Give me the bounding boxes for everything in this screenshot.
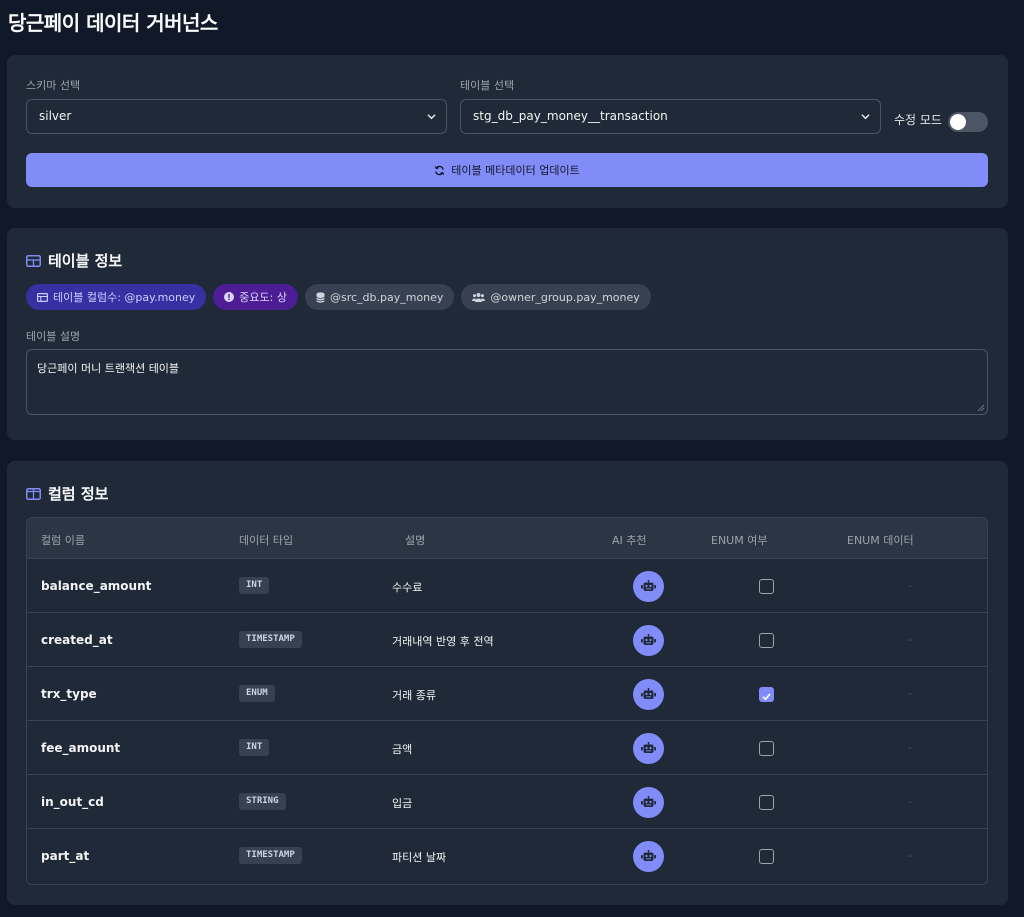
header-data-type: 데이터 타입: [239, 534, 294, 547]
ai-recommend-button[interactable]: [633, 679, 664, 710]
table-info-title: 테이블 정보: [48, 252, 123, 270]
enum-checkbox[interactable]: [759, 795, 774, 810]
robot-icon: [641, 742, 656, 753]
edit-mode-toggle[interactable]: [948, 112, 988, 132]
data-type-badge: ENUM: [239, 685, 275, 702]
column-info-heading: 컬럼 정보: [26, 483, 108, 504]
header-description: 설명: [405, 534, 426, 547]
enum-checkbox[interactable]: [759, 849, 774, 864]
enum-data-value: -: [908, 741, 912, 754]
table-select-value: stg_db_pay_money__transaction: [473, 109, 668, 123]
column-count-badge: 테이블 컬럼수: @pay.money: [26, 284, 207, 310]
database-icon: [316, 291, 325, 303]
column-description[interactable]: 입금: [392, 795, 412, 811]
table-select-label: 테이블 선택: [460, 79, 515, 92]
owner-group-badge: @owner_group.pay_money: [461, 284, 651, 310]
table-icon: [26, 254, 41, 267]
info-icon: [224, 292, 235, 302]
header-ai-recommend: AI 추천: [612, 534, 647, 547]
column-description[interactable]: 금액: [392, 741, 412, 757]
update-metadata-label: 테이블 메타데이터 업데이트: [451, 164, 580, 177]
enum-checkbox[interactable]: [759, 687, 774, 702]
update-metadata-button[interactable]: 테이블 메타데이터 업데이트: [26, 153, 988, 187]
header-column-name: 컬럼 이름: [41, 534, 85, 547]
ai-recommend-button[interactable]: [633, 625, 664, 656]
table-info-heading: 테이블 정보: [26, 250, 122, 271]
header-enum-flag: ENUM 여부: [711, 534, 768, 547]
robot-icon: [641, 634, 656, 645]
column-name: in_out_cd: [41, 795, 104, 809]
data-type-badge: INT: [239, 739, 270, 756]
schema-select[interactable]: silver: [26, 99, 447, 134]
chevron-down-icon: [427, 114, 436, 120]
column-name: part_at: [41, 849, 90, 863]
column-description[interactable]: 수수료: [392, 579, 422, 595]
enum-data-value: -: [908, 579, 912, 592]
table-description-label: 테이블 설명: [26, 330, 81, 343]
column-description[interactable]: 파티션 날짜: [392, 849, 446, 865]
robot-icon: [641, 580, 656, 591]
robot-icon: [641, 688, 656, 699]
schema-select-value: silver: [39, 109, 72, 123]
enum-data-value: -: [908, 633, 912, 646]
robot-icon: [641, 850, 656, 861]
columns-icon: [26, 487, 41, 500]
column-name: trx_type: [41, 687, 97, 701]
table-row: fee_amount INT 금액 -: [27, 721, 987, 775]
enum-checkbox[interactable]: [759, 633, 774, 648]
enum-checkbox[interactable]: [759, 579, 774, 594]
table-info-card: 테이블 정보 테이블 컬럼수: @pay.money 중요도: 상 @src_d…: [7, 228, 1008, 440]
enum-data-value: -: [908, 795, 912, 808]
table-header: 컬럼 이름 데이터 타입 설명 AI 추천 ENUM 여부 ENUM 데이터: [27, 518, 987, 559]
column-name: fee_amount: [41, 741, 121, 755]
enum-data-value: -: [908, 849, 912, 862]
column-name: created_at: [41, 633, 113, 647]
column-info-title: 컬럼 정보: [48, 485, 109, 503]
page-title: 당근페이 데이터 거버넌스: [8, 11, 218, 35]
columns-table: 컬럼 이름 데이터 타입 설명 AI 추천 ENUM 여부 ENUM 데이터 b…: [26, 517, 988, 885]
table-select[interactable]: stg_db_pay_money__transaction: [460, 99, 881, 134]
ai-recommend-button[interactable]: [633, 841, 664, 872]
ai-recommend-button[interactable]: [633, 571, 664, 602]
header-enum-data: ENUM 데이터: [847, 534, 914, 547]
enum-checkbox[interactable]: [759, 741, 774, 756]
refresh-icon: [435, 165, 445, 175]
check-icon: [762, 693, 771, 701]
data-type-badge: TIMESTAMP: [239, 847, 302, 864]
edit-mode-label: 수정 모드: [894, 113, 942, 127]
chevron-down-icon: [861, 114, 870, 120]
robot-icon: [641, 796, 656, 807]
table-row: trx_type ENUM 거래 종류 -: [27, 667, 987, 721]
table-badges: 테이블 컬럼수: @pay.money 중요도: 상 @src_db.pay_m…: [26, 284, 651, 310]
users-icon: [472, 293, 486, 302]
schema-select-label: 스키마 선택: [26, 79, 81, 92]
column-name: balance_amount: [41, 579, 152, 593]
table-description-input[interactable]: 당근페이 머니 트랜잭션 테이블: [26, 349, 988, 415]
table-row: in_out_cd STRING 입금 -: [27, 775, 987, 829]
data-type-badge: TIMESTAMP: [239, 631, 302, 648]
ai-recommend-button[interactable]: [633, 787, 664, 818]
column-info-card: 컬럼 정보 컬럼 이름 데이터 타입 설명 AI 추천 ENUM 여부 ENUM…: [7, 461, 1008, 905]
data-type-badge: STRING: [239, 793, 286, 810]
column-description[interactable]: 거래내역 반영 후 전역: [392, 633, 494, 649]
source-db-badge: @src_db.pay_money: [304, 284, 455, 310]
table-row: balance_amount INT 수수료 -: [27, 559, 987, 613]
table-icon: [37, 292, 48, 302]
selector-card: 스키마 선택 silver 테이블 선택 stg_db_pay_money__t…: [7, 55, 1008, 208]
table-row: created_at TIMESTAMP 거래내역 반영 후 전역 -: [27, 613, 987, 667]
importance-badge: 중요도: 상: [213, 284, 298, 310]
table-row: part_at TIMESTAMP 파티션 날짜 -: [27, 829, 987, 883]
enum-data-value: -: [908, 687, 912, 700]
column-description[interactable]: 거래 종류: [392, 687, 436, 703]
toggle-knob: [950, 114, 966, 130]
resize-handle-icon[interactable]: [977, 404, 985, 412]
ai-recommend-button[interactable]: [633, 733, 664, 764]
data-type-badge: INT: [239, 577, 270, 594]
